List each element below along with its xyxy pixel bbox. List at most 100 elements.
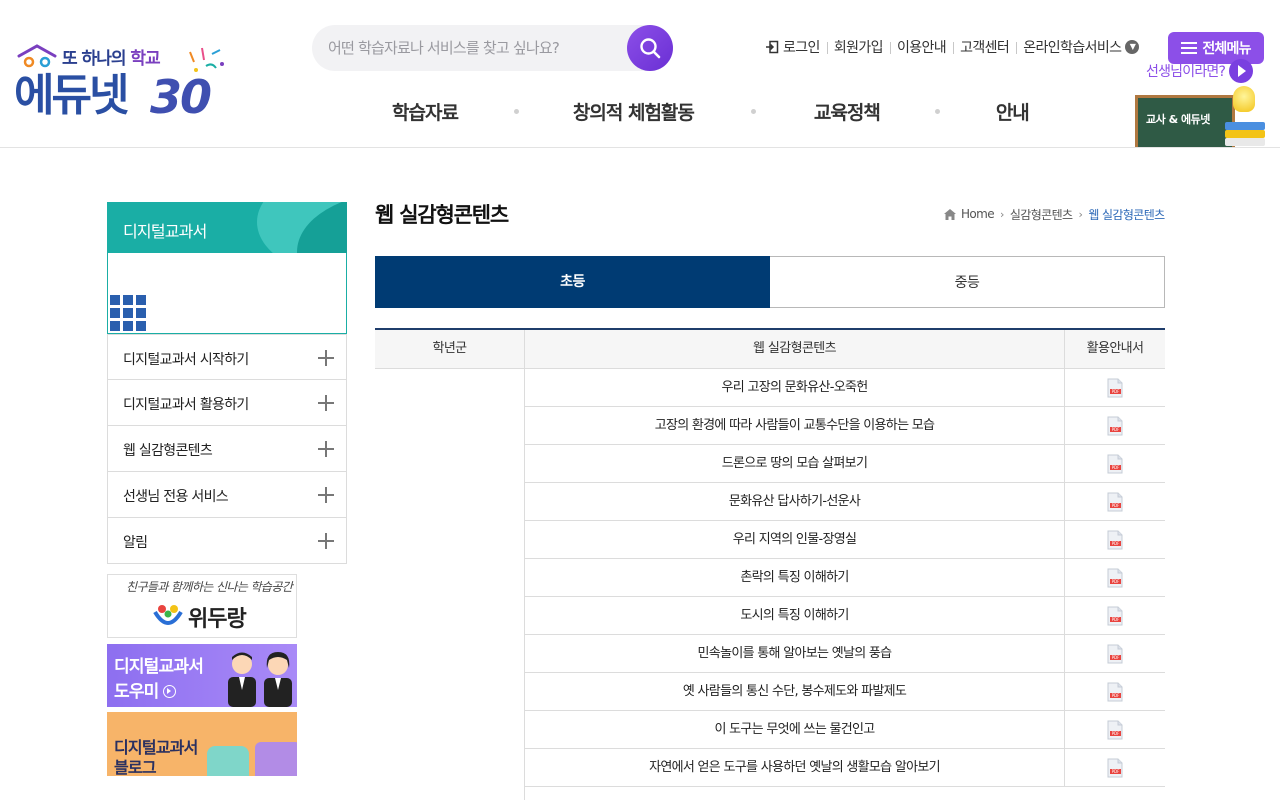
lightbulb-icon bbox=[1233, 86, 1255, 112]
online-learning-dropdown[interactable]: 온라인학습서비스 ▼ bbox=[1016, 37, 1146, 57]
edunet-logo[interactable]: 또 하나의 학교 에듀넷 30 bbox=[14, 42, 229, 124]
home-icon bbox=[944, 208, 956, 220]
tab-elementary[interactable]: 초등 bbox=[375, 256, 770, 308]
content-title[interactable]: 우리 지역의 인물-장영실 bbox=[525, 521, 1065, 558]
nav-creative-activities[interactable]: 창의적 체험활동 bbox=[573, 98, 695, 125]
guide-download-cell: PDF bbox=[1065, 749, 1165, 786]
table-row: 촌락의 특징 이해하기 PDF bbox=[525, 559, 1165, 597]
plus-icon[interactable] bbox=[318, 395, 334, 411]
svg-text:PDF: PDF bbox=[1112, 427, 1120, 432]
pdf-icon[interactable]: PDF bbox=[1105, 682, 1125, 702]
plus-icon[interactable] bbox=[318, 441, 334, 457]
sidebar-title: 디지털교과서 bbox=[107, 202, 347, 253]
svg-text:PDF: PDF bbox=[1112, 579, 1120, 584]
helper-line1: 디지털교과서 bbox=[114, 657, 204, 677]
content-title[interactable]: 도시의 특징 이해하기 bbox=[525, 597, 1065, 634]
pdf-icon[interactable]: PDF bbox=[1105, 454, 1125, 474]
search-bar bbox=[312, 25, 673, 71]
teacher-edunet-banner[interactable]: 교사 & 에듀넷 bbox=[1135, 86, 1265, 148]
pdf-icon[interactable]: PDF bbox=[1105, 568, 1125, 588]
pdf-icon[interactable]: PDF bbox=[1105, 416, 1125, 436]
guide-download-cell: PDF bbox=[1065, 559, 1165, 596]
chalkboard-image: 교사 & 에듀넷 bbox=[1135, 95, 1235, 147]
sidebar-item-notice[interactable]: 알림 bbox=[107, 518, 347, 564]
house-icon bbox=[17, 44, 57, 68]
table-row: 옛 사람들의 통신 수단, 봉수제도와 파발제도 PDF bbox=[525, 673, 1165, 711]
signup-link[interactable]: 회원가입 bbox=[826, 37, 890, 57]
digital-textbook-blog-banner[interactable]: 디지털교과서 블로그 bbox=[107, 712, 297, 776]
guide-download-cell: PDF bbox=[1065, 521, 1165, 558]
content-title[interactable]: 민속놀이를 통해 알아보는 옛날의 풍습 bbox=[525, 635, 1065, 672]
table-row: 우리 지역의 인물-장영실 PDF bbox=[525, 521, 1165, 559]
guide-download-cell: PDF bbox=[1065, 369, 1165, 406]
breadcrumb-current[interactable]: 웹 실감형콘텐츠 bbox=[1088, 206, 1165, 223]
customer-center-link[interactable]: 고객센터 bbox=[953, 37, 1016, 57]
chevron-down-icon: ▼ bbox=[1125, 40, 1140, 54]
teacher-link[interactable]: 선생님이라면? bbox=[1146, 58, 1254, 84]
pdf-icon[interactable]: PDF bbox=[1105, 720, 1125, 740]
guide-download-cell: PDF bbox=[1065, 711, 1165, 748]
search-input[interactable] bbox=[328, 25, 628, 71]
plus-icon[interactable] bbox=[318, 533, 334, 549]
header-contents: 웹 실감형콘텐츠 bbox=[525, 330, 1065, 368]
grid-icon[interactable] bbox=[110, 295, 148, 331]
nav-learning-materials[interactable]: 학습자료 bbox=[392, 98, 459, 125]
girl-character-icon bbox=[264, 652, 292, 707]
svg-text:PDF: PDF bbox=[1112, 731, 1120, 736]
tab-middle[interactable]: 중등 bbox=[770, 256, 1165, 308]
logo-brand: 에듀넷 bbox=[14, 70, 129, 121]
breadcrumb-home[interactable]: Home bbox=[961, 207, 995, 221]
content-title[interactable]: 이 도구는 무엇에 쓰는 물건인고 bbox=[525, 711, 1065, 748]
sidebar-item-start[interactable]: 디지털교과서 시작하기 bbox=[107, 334, 347, 380]
sidebar-item-label: 디지털교과서 시작하기 bbox=[123, 352, 249, 368]
pdf-icon[interactable]: PDF bbox=[1105, 758, 1125, 778]
table-header: 학년군 웹 실감형콘텐츠 활용안내서 bbox=[375, 330, 1165, 369]
breadcrumb: Home › 실감형콘텐츠 › 웹 실감형콘텐츠 bbox=[944, 205, 1165, 223]
logo-tagline: 또 하나의 학교 bbox=[62, 49, 161, 69]
login-link[interactable]: 로그인 bbox=[758, 37, 827, 57]
table-row: 이 도구는 무엇에 쓰는 물건인고 PDF bbox=[525, 711, 1165, 749]
pdf-icon[interactable]: PDF bbox=[1105, 378, 1125, 398]
teacher-banner-label: 교사 & 에듀넷 bbox=[1146, 113, 1210, 126]
svg-text:PDF: PDF bbox=[1112, 769, 1120, 774]
pdf-icon[interactable]: PDF bbox=[1105, 606, 1125, 626]
table-row: 우리 고장의 문화유산-오죽헌 PDF bbox=[525, 369, 1165, 407]
widurang-name: 위두랑 bbox=[188, 607, 247, 632]
pdf-icon[interactable]: PDF bbox=[1105, 644, 1125, 664]
teacher-link-label: 선생님이라면? bbox=[1146, 64, 1226, 80]
pdf-icon[interactable]: PDF bbox=[1105, 492, 1125, 512]
widurang-banner[interactable]: 친구들과 함께하는 신나는 학습공간 위두랑 bbox=[107, 574, 297, 638]
digital-textbook-helper-banner[interactable]: 디지털교과서 도우미 bbox=[107, 644, 297, 707]
robot-character-icon bbox=[207, 746, 249, 776]
nav-info[interactable]: 안내 bbox=[996, 98, 1030, 125]
search-button[interactable] bbox=[627, 25, 673, 71]
login-label: 로그인 bbox=[783, 40, 820, 56]
svg-text:PDF: PDF bbox=[1112, 541, 1120, 546]
guide-download-cell: PDF bbox=[1065, 597, 1165, 634]
page-title: 웹 실감형콘텐츠 bbox=[375, 203, 509, 227]
sidebar-item-web-contents[interactable]: 웹 실감형콘텐츠 bbox=[107, 426, 347, 472]
nav-education-policy[interactable]: 교육정책 bbox=[814, 98, 881, 125]
plus-icon[interactable] bbox=[318, 487, 334, 503]
pdf-icon[interactable]: PDF bbox=[1105, 530, 1125, 550]
sidebar-item-teacher-service[interactable]: 선생님 전용 서비스 bbox=[107, 472, 347, 518]
content-title[interactable]: 옛 사람들의 통신 수단, 봉수제도와 파발제도 bbox=[525, 673, 1065, 710]
breadcrumb-realistic-contents[interactable]: 실감형콘텐츠 bbox=[1010, 206, 1073, 223]
content-title[interactable]: 고장의 환경에 따라 사람들이 교통수단을 이용하는 모습 bbox=[525, 407, 1065, 444]
content-title[interactable]: 우리 고장의 문화유산-오죽헌 bbox=[525, 369, 1065, 406]
content-title[interactable]: 문화유산 답사하기-선운사 bbox=[525, 483, 1065, 520]
guide-download-cell: PDF bbox=[1065, 483, 1165, 520]
plus-icon[interactable] bbox=[318, 350, 334, 366]
sidebar-item-label: 선생님 전용 서비스 bbox=[123, 489, 229, 505]
header-guide: 활용안내서 bbox=[1086, 341, 1144, 356]
sidebar-item-label: 웹 실감형콘텐츠 bbox=[123, 443, 213, 459]
sidebar-item-usage[interactable]: 디지털교과서 활용하기 bbox=[107, 380, 347, 426]
nav-separator bbox=[750, 109, 756, 114]
content-title[interactable]: 자연에서 얻은 도구를 사용하던 옛날의 생활모습 알아보기 bbox=[525, 749, 1065, 786]
contents-table: 학년군 웹 실감형콘텐츠 활용안내서 우리 고장의 문화유산-오죽헌 PDF 고장의… bbox=[375, 328, 1165, 800]
content-title[interactable]: 드론으로 땅의 모습 살펴보기 bbox=[525, 445, 1065, 482]
table-row: 문화유산 답사하기-선운사 PDF bbox=[525, 483, 1165, 521]
grade-cell bbox=[375, 369, 525, 800]
guide-link[interactable]: 이용안내 bbox=[889, 37, 953, 57]
content-title[interactable]: 촌락의 특징 이해하기 bbox=[525, 559, 1065, 596]
